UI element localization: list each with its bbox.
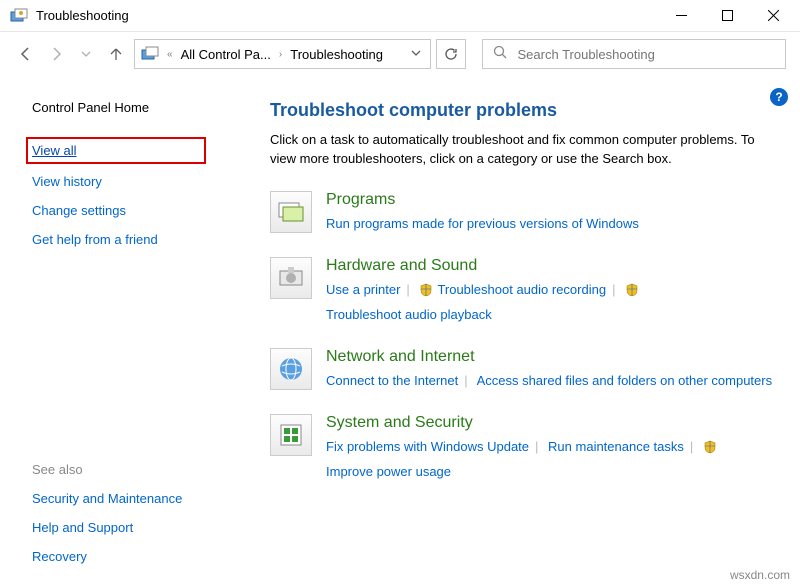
window-title: Troubleshooting	[36, 8, 658, 23]
category-link[interactable]: Use a printer	[326, 282, 400, 297]
category-links: Run programs made for previous versions …	[326, 213, 776, 235]
location-icon	[141, 45, 159, 63]
sidebar-heading[interactable]: Control Panel Home	[32, 100, 220, 115]
sidebar-link-get-help[interactable]: Get help from a friend	[32, 232, 220, 247]
category-link[interactable]: Access shared files and folders on other…	[477, 373, 773, 388]
shield-icon	[703, 439, 717, 461]
category-icon[interactable]	[270, 348, 312, 390]
chevron-left-icon: «	[164, 49, 176, 60]
up-button[interactable]	[104, 42, 128, 66]
category: Network and Internet Connect to the Inte…	[270, 348, 776, 392]
category-link[interactable]: Troubleshoot audio playback	[326, 307, 492, 322]
category-link[interactable]: Run programs made for previous versions …	[326, 216, 639, 231]
highlight-box: View all	[26, 137, 206, 164]
breadcrumb-item[interactable]: All Control Pa...	[181, 47, 271, 62]
category-title[interactable]: Network and Internet	[326, 348, 776, 366]
back-button[interactable]	[14, 42, 38, 66]
watermark: wsxdn.com	[730, 568, 790, 582]
separator: |	[690, 439, 693, 454]
chevron-right-icon: ›	[276, 49, 285, 60]
category-icon[interactable]	[270, 191, 312, 233]
category: System and Security Fix problems with Wi…	[270, 414, 776, 483]
separator: |	[535, 439, 538, 454]
category-icon[interactable]	[270, 257, 312, 299]
separator: |	[464, 373, 467, 388]
seealso-recovery[interactable]: Recovery	[32, 549, 220, 564]
category-title[interactable]: Hardware and Sound	[326, 257, 776, 275]
category-links: Fix problems with Windows Update | Run ma…	[326, 436, 776, 483]
sidebar-link-change-settings[interactable]: Change settings	[32, 203, 220, 218]
sidebar-link-view-history[interactable]: View history	[32, 174, 220, 189]
seealso-heading: See also	[32, 462, 220, 477]
address-bar[interactable]: « All Control Pa... › Troubleshooting	[134, 39, 431, 69]
category: Hardware and Sound Use a printer | Troubl…	[270, 257, 776, 326]
separator: |	[406, 282, 409, 297]
shield-icon	[625, 282, 639, 304]
recent-dropdown[interactable]	[74, 42, 98, 66]
main-content: Troubleshoot computer problems Click on …	[240, 76, 800, 588]
category: Programs Run programs made for previous …	[270, 191, 776, 235]
chevron-down-icon[interactable]	[408, 48, 424, 61]
page-title: Troubleshoot computer problems	[270, 100, 776, 121]
help-icon[interactable]: ?	[770, 88, 788, 106]
sidebar-link-view-all[interactable]: View all	[32, 143, 194, 158]
minimize-button[interactable]	[658, 0, 704, 32]
category-links: Connect to the Internet | Access shared f…	[326, 370, 776, 392]
separator: |	[612, 282, 615, 297]
close-button[interactable]	[750, 0, 796, 32]
shield-icon	[419, 282, 433, 304]
category-link[interactable]: Run maintenance tasks	[548, 439, 684, 454]
sidebar: Control Panel Home View all View history…	[0, 76, 240, 588]
search-input[interactable]	[518, 47, 776, 62]
breadcrumb-item[interactable]: Troubleshooting	[290, 47, 383, 62]
title-bar: Troubleshooting	[0, 0, 800, 32]
forward-button[interactable]	[44, 42, 68, 66]
category-title[interactable]: System and Security	[326, 414, 776, 432]
refresh-button[interactable]	[436, 39, 466, 69]
search-box[interactable]	[482, 39, 787, 69]
seealso-security[interactable]: Security and Maintenance	[32, 491, 220, 506]
category-links: Use a printer | Troubleshoot audio record…	[326, 279, 776, 326]
navigation-bar: « All Control Pa... › Troubleshooting	[0, 32, 800, 76]
page-description: Click on a task to automatically trouble…	[270, 131, 770, 169]
category-link[interactable]: Improve power usage	[326, 464, 451, 479]
category-link[interactable]: Connect to the Internet	[326, 373, 458, 388]
app-icon	[10, 7, 28, 25]
category-title[interactable]: Programs	[326, 191, 776, 209]
category-icon[interactable]	[270, 414, 312, 456]
category-link[interactable]: Troubleshoot audio recording	[437, 282, 606, 297]
seealso-help[interactable]: Help and Support	[32, 520, 220, 535]
category-link[interactable]: Fix problems with Windows Update	[326, 439, 529, 454]
search-icon	[493, 45, 508, 63]
maximize-button[interactable]	[704, 0, 750, 32]
